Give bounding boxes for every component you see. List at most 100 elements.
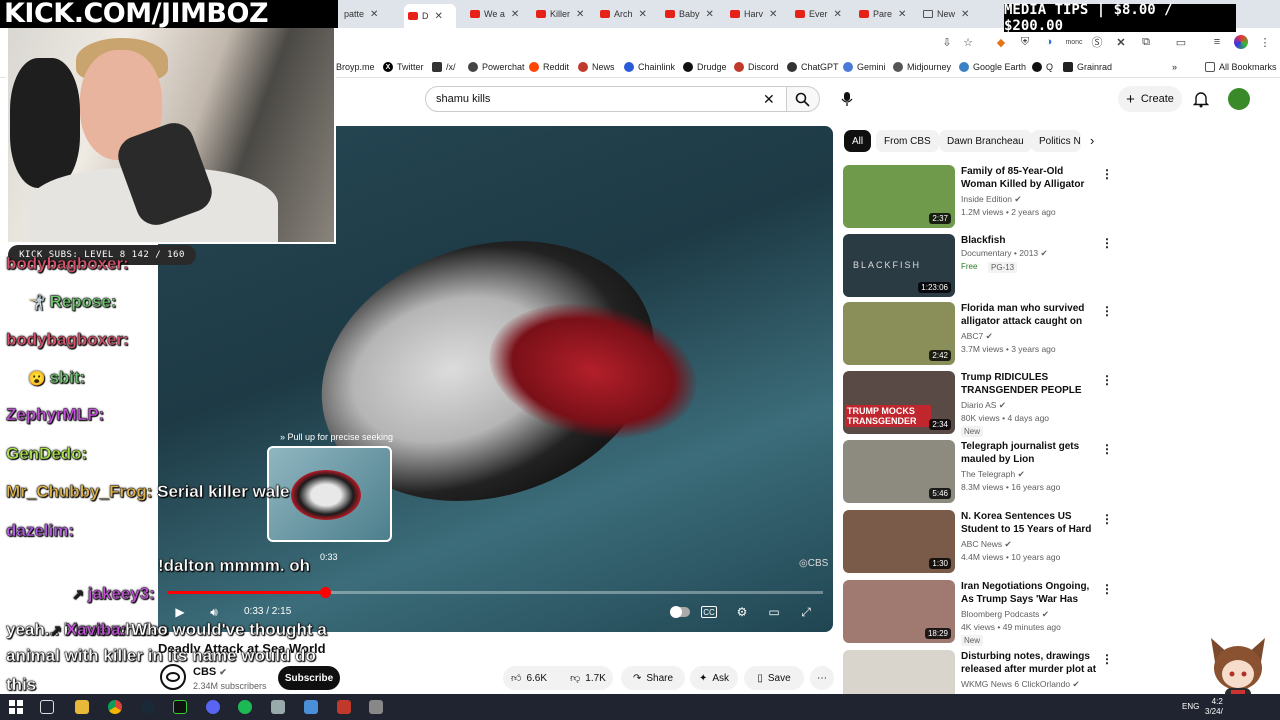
close-icon[interactable]: ✕ <box>769 9 777 20</box>
recommendation-card[interactable]: 18:29 Iran Negotiations Ongoing, As Trump… <box>843 580 1113 646</box>
recommendation-card[interactable]: 5:46 Telegraph journalist gets mauled by … <box>843 440 1113 504</box>
search-input[interactable]: shamu kills <box>425 86 787 112</box>
telegram-icon[interactable] <box>304 700 318 714</box>
app-icon[interactable] <box>369 700 383 714</box>
bookmark-item[interactable]: /x/ <box>432 60 456 74</box>
bookmark-item[interactable]: Gemini <box>843 60 886 74</box>
recommendation-card[interactable]: 2:37 Family of 85-Year-Old Woman Killed b… <box>843 165 1113 229</box>
recommendation-channel[interactable]: ABC News ✔ <box>961 539 1012 550</box>
spotify-icon[interactable] <box>238 700 252 714</box>
recommendation-card[interactable]: BLACKFISH 1:23:06 Blackfish Documentary • 2… <box>843 234 1113 298</box>
close-icon[interactable]: ✕ <box>576 9 584 20</box>
recommendation-channel[interactable]: WKMG News 6 ClickOrlando ✔ <box>961 679 1080 690</box>
language-indicator[interactable]: ENG <box>1182 702 1199 711</box>
browser-tab[interactable]: patte ✕ <box>344 4 390 24</box>
recommendation-title[interactable]: Disturbing notes, drawings released afte… <box>961 650 1099 676</box>
recommendation-channel[interactable]: ABC7 ✔ <box>961 331 993 342</box>
bookmark-item[interactable]: Grainrad <box>1063 60 1112 74</box>
recommendation-title[interactable]: Iran Negotiations Ongoing, As Trump Says… <box>961 580 1099 606</box>
recommendation-channel[interactable]: Bloomberg Podcasts ✔ <box>961 609 1049 620</box>
more-options-icon[interactable]: ⋮ <box>1101 512 1113 526</box>
bookmark-item[interactable]: Q <box>1032 60 1053 74</box>
recommendation-card[interactable]: 2:42 Florida man who survived alligator a… <box>843 302 1113 366</box>
theater-mode-icon[interactable]: ▭ <box>764 602 784 622</box>
browser-tab[interactable]: Pare ✕ <box>859 4 911 24</box>
account-avatar[interactable] <box>1228 88 1250 110</box>
install-icon[interactable]: ⇩ <box>940 35 954 49</box>
browser-tab[interactable]: New ✕ <box>923 4 975 24</box>
video-thumbnail[interactable]: BLACKFISH 1:23:06 <box>843 234 955 297</box>
bookmark-item[interactable]: News <box>578 60 615 74</box>
chip-from-cbs[interactable]: From CBS <box>876 130 939 152</box>
browser-tab[interactable]: Baby ✕ <box>665 4 717 24</box>
save-button[interactable]: ▯ Save <box>744 666 804 690</box>
recommendation-channel[interactable]: Documentary • 2013 ✔ <box>961 248 1048 259</box>
close-icon[interactable]: ✕ <box>639 9 647 20</box>
bell-icon[interactable] <box>1193 90 1209 108</box>
share-button[interactable]: ↷ Share <box>621 666 685 690</box>
steam-icon[interactable] <box>141 700 155 714</box>
all-bookmarks[interactable]: All Bookmarks <box>1205 60 1277 74</box>
taskbar-clock[interactable]: 4:2 3/24/ <box>1205 697 1223 717</box>
channel-avatar[interactable] <box>160 664 186 690</box>
recommendation-title[interactable]: Telegraph journalist gets mauled by Lion <box>961 440 1099 466</box>
shield-icon[interactable]: ⛨ <box>1018 35 1032 49</box>
extensions-puzzle-icon[interactable]: ⧉ <box>1139 35 1153 49</box>
browser-tab[interactable]: Ever ✕ <box>795 4 847 24</box>
recommendation-title[interactable]: Family of 85-Year-Old Woman Killed by Al… <box>961 165 1099 191</box>
more-options-icon[interactable]: ⋮ <box>1101 167 1113 181</box>
dislike-button[interactable]: 👎︎ 1.7K <box>562 666 614 690</box>
metamask-icon[interactable]: ◆ <box>994 35 1008 49</box>
volume-icon[interactable]: 🔊︎ <box>204 602 224 622</box>
settings-gear-icon[interactable]: ⚙ <box>732 602 752 622</box>
bookmark-item[interactable]: Drudge <box>683 60 727 74</box>
recommendation-card[interactable]: 1:30 N. Korea Sentences US Student to 15 … <box>843 510 1113 574</box>
video-thumbnail[interactable]: 2:42 <box>843 302 955 365</box>
recommendation-title[interactable]: N. Korea Sentences US Student to 15 Year… <box>961 510 1099 536</box>
play-icon[interactable]: ▶ <box>170 602 190 622</box>
video-thumbnail[interactable]: 5:46 <box>843 440 955 503</box>
close-icon[interactable]: ✕ <box>961 9 969 20</box>
chrome-icon[interactable] <box>108 700 122 714</box>
progress-bar[interactable] <box>168 587 823 598</box>
chevron-right-icon[interactable]: › <box>1090 133 1094 148</box>
more-options-icon[interactable]: ⋮ <box>1101 582 1113 596</box>
bookmarks-overflow-icon[interactable]: » <box>1172 60 1177 74</box>
video-thumbnail[interactable]: 2:37 <box>843 165 955 228</box>
close-icon[interactable]: ✕ <box>706 9 714 20</box>
close-icon[interactable]: ✕ <box>511 9 519 20</box>
scrubber-handle[interactable] <box>320 587 332 598</box>
video-thumbnail[interactable]: TRUMP MOCKS TRANSGENDER 2:34 <box>843 371 955 434</box>
close-icon[interactable]: ✕ <box>898 9 906 20</box>
more-options-icon[interactable]: ⋮ <box>1101 236 1113 250</box>
recommendation-title[interactable]: Blackfish <box>961 234 1099 247</box>
menu-dots-icon[interactable]: ⋮ <box>1258 35 1272 49</box>
bookmark-item[interactable]: Google Earth <box>959 60 1026 74</box>
chip-dawn-brancheau[interactable]: Dawn Brancheau <box>939 130 1032 152</box>
file-explorer-icon[interactable] <box>75 700 89 714</box>
translate-icon[interactable]: ◑ <box>1042 35 1056 49</box>
browser-tab[interactable]: Harv ✕ <box>730 4 782 24</box>
bookmark-item[interactable]: Chainlink <box>624 60 675 74</box>
recommendation-channel[interactable]: Inside Edition ✔ <box>961 194 1022 205</box>
recommendation-card[interactable]: TRUMP MOCKS TRANSGENDER 2:34 Trump RIDICUL… <box>843 371 1113 437</box>
browser-tab[interactable]: Arch ✕ <box>600 4 652 24</box>
bookmark-star-icon[interactable]: ☆ <box>961 35 975 49</box>
browser-tab[interactable]: We a ✕ <box>470 4 522 24</box>
subscribe-button[interactable]: Subscribe <box>278 666 340 690</box>
more-options-icon[interactable]: ⋮ <box>1101 442 1113 456</box>
channel-name[interactable]: CBS ✔ <box>193 666 227 678</box>
bookmark-item[interactable]: Reddit <box>529 60 569 74</box>
video-thumbnail[interactable]: 18:29 <box>843 580 955 643</box>
bookmark-item[interactable]: Broyp.me <box>336 60 375 74</box>
bookmark-item[interactable]: ChatGPT <box>787 60 839 74</box>
task-view-icon[interactable] <box>40 700 54 714</box>
chip-all[interactable]: All <box>844 130 872 152</box>
video-thumbnail[interactable]: 1:30 <box>843 510 955 573</box>
recommendation-title[interactable]: Florida man who survived alligator attac… <box>961 302 1099 328</box>
reading-list-icon[interactable]: ≡ <box>1210 35 1224 49</box>
fullscreen-icon[interactable]: ⤢ <box>796 602 816 622</box>
close-icon[interactable]: ✕ <box>435 11 443 22</box>
captions-icon[interactable]: CC <box>701 606 717 618</box>
bookmark-item[interactable]: Midjourney <box>893 60 951 74</box>
